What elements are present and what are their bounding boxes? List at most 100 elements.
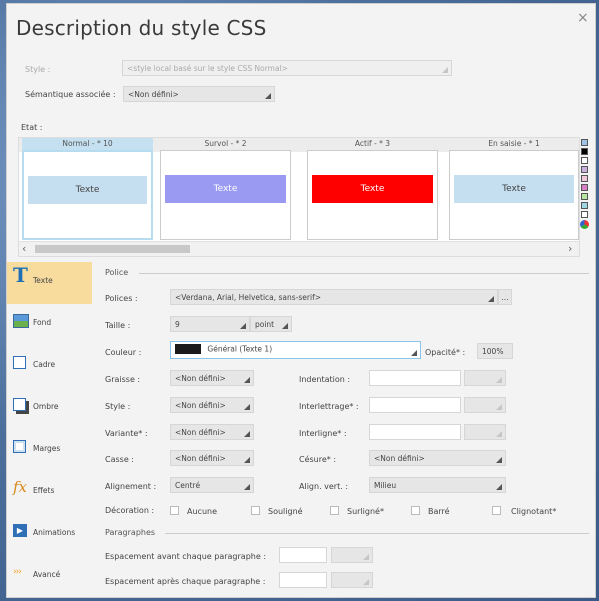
nav-label: Animations — [33, 528, 76, 537]
decoration-underline-label: Souligné — [268, 507, 303, 516]
effects-icon: fx — [13, 478, 28, 496]
color-value: Général (Texte 1) — [207, 344, 273, 354]
animation-icon: ▶ — [13, 524, 27, 537]
style-font-label: Style : — [105, 402, 131, 411]
css-style-dialog: Description du style CSS × Style : <styl… — [6, 3, 596, 598]
state-tab-hover[interactable]: Survol - * 2 — [160, 138, 291, 150]
chevron-down-icon — [265, 93, 271, 99]
letter-spacing-unit-select[interactable] — [464, 397, 506, 413]
case-select[interactable]: <Non défini> — [170, 450, 254, 466]
state-card-hover[interactable]: Texte — [160, 150, 291, 240]
line-height-unit-select[interactable] — [464, 424, 506, 440]
decoration-overline-checkbox[interactable] — [330, 506, 339, 515]
nav-item-ombre[interactable]: Ombre — [7, 388, 92, 430]
line-height-input[interactable] — [369, 424, 461, 440]
nav-label: Effets — [33, 486, 55, 495]
opacity-value: 100% — [482, 347, 504, 356]
space-before-unit-select[interactable] — [331, 547, 373, 563]
close-icon[interactable]: × — [577, 10, 589, 26]
cesure-label: Césure* : — [299, 455, 337, 464]
scrollbar-thumb[interactable] — [35, 245, 190, 253]
variant-select[interactable]: <Non défini> — [170, 424, 254, 440]
opacity-input[interactable]: 100% — [477, 343, 513, 359]
space-after-input[interactable] — [279, 572, 327, 588]
nav-item-animations[interactable]: ▶ Animations — [7, 514, 92, 556]
state-card-active[interactable]: Texte — [307, 150, 438, 240]
style-label: Style : — [25, 65, 51, 74]
color-square[interactable] — [581, 175, 588, 182]
color-square[interactable] — [581, 211, 588, 218]
state-sample: Texte — [454, 175, 574, 203]
font-family-value: <Verdana, Arial, Helvetica, sans-serif> — [175, 293, 322, 302]
state-card-normal[interactable]: Texte — [22, 150, 153, 240]
decoration-blink-checkbox[interactable] — [492, 506, 501, 515]
nav-item-fond[interactable]: Fond — [7, 304, 92, 346]
color-square[interactable] — [581, 193, 588, 200]
space-before-input[interactable] — [279, 547, 327, 563]
chevron-down-icon — [363, 579, 369, 585]
state-tab-active[interactable]: Actif - * 3 — [307, 138, 438, 150]
decoration-strike-checkbox[interactable] — [411, 506, 420, 515]
decoration-none-checkbox[interactable] — [170, 506, 179, 515]
margins-icon — [13, 440, 26, 453]
style-select-value: <style local basé sur le style CSS Norma… — [127, 64, 288, 73]
nav-label: Marges — [33, 444, 61, 453]
police-section-title: Police — [105, 268, 129, 277]
weight-select[interactable]: <Non défini> — [170, 370, 254, 386]
etat-label: Etat : — [21, 123, 43, 132]
variante-label: Variante* : — [105, 429, 148, 438]
style-select[interactable]: <style local basé sur le style CSS Norma… — [122, 60, 452, 76]
size-input[interactable]: 9 — [170, 316, 250, 332]
states-scrollbar[interactable]: ‹ › — [19, 241, 579, 256]
color-square[interactable] — [581, 166, 588, 173]
state-tab-normal[interactable]: Normal - * 10 — [22, 138, 153, 150]
size-unit-select[interactable]: point — [250, 316, 292, 332]
state-card-focus[interactable]: Texte — [449, 150, 579, 240]
font-more-button[interactable]: ... — [498, 289, 512, 305]
nav-item-cadre[interactable]: Cadre — [7, 346, 92, 388]
border-icon — [13, 356, 26, 369]
chevron-down-icon — [442, 67, 448, 73]
color-square[interactable] — [581, 202, 588, 209]
scroll-left-icon[interactable]: ‹ — [22, 242, 26, 255]
scroll-right-icon[interactable]: › — [568, 242, 572, 255]
vertical-align-select[interactable]: Milieu — [369, 477, 506, 493]
nav-item-effets[interactable]: fx Effets — [7, 472, 92, 514]
polices-label: Polices : — [105, 294, 138, 303]
color-square[interactable] — [581, 157, 588, 164]
state-tab-focus[interactable]: En saisie - * 1 — [449, 138, 579, 150]
indentation-input[interactable] — [369, 370, 461, 386]
nav-label: Texte — [33, 276, 53, 285]
police-divider — [139, 273, 589, 274]
letter-spacing-input[interactable] — [369, 397, 461, 413]
font-family-select[interactable]: <Verdana, Arial, Helvetica, sans-serif> — [170, 289, 498, 305]
color-square[interactable] — [581, 139, 588, 146]
left-nav: T Texte Fond Cadre Ombre Marges fx Effet… — [7, 262, 92, 599]
indentation-label: Indentation : — [299, 375, 351, 384]
chevron-down-icon — [496, 431, 502, 437]
indentation-unit-select[interactable] — [464, 370, 506, 386]
color-wheel-icon[interactable] — [580, 220, 589, 229]
hyphenation-select[interactable]: <Non défini> — [369, 450, 506, 466]
color-square[interactable] — [581, 184, 588, 191]
interligne-label: Interligne* : — [299, 429, 347, 438]
semantic-select-value: <Non défini> — [128, 90, 179, 99]
alignment-select[interactable]: Centré — [170, 477, 254, 493]
space-after-unit-select[interactable] — [331, 572, 373, 588]
semantic-select[interactable]: <Non défini> — [123, 86, 275, 102]
chevron-down-icon — [244, 457, 250, 463]
decoration-underline-checkbox[interactable] — [251, 506, 260, 515]
font-style-select[interactable]: <Non défini> — [170, 397, 254, 413]
nav-item-texte[interactable]: T Texte — [7, 262, 92, 304]
weight-value: <Non défini> — [175, 374, 226, 383]
size-unit-value: point — [255, 320, 275, 329]
nav-item-marges[interactable]: Marges — [7, 430, 92, 472]
nav-label: Ombre — [33, 402, 59, 411]
nav-item-avance[interactable]: ››› Avancé — [7, 556, 92, 598]
color-select[interactable]: Général (Texte 1) — [170, 341, 421, 359]
chevron-down-icon — [244, 431, 250, 437]
font-style-value: <Non défini> — [175, 401, 226, 410]
color-square[interactable] — [581, 148, 588, 155]
espacement-apres-label: Espacement après chaque paragraphe : — [105, 577, 266, 586]
opacite-label: Opacité* : — [425, 348, 466, 357]
